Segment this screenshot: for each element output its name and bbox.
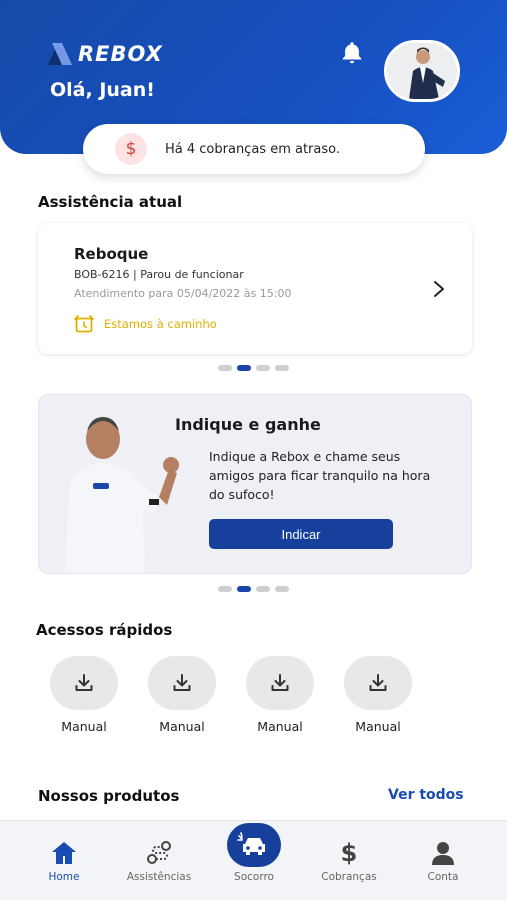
nav-item-assistances[interactable]: Assistências (114, 839, 204, 883)
dollar-icon: $ (340, 839, 358, 867)
nav-item-home[interactable]: Home (19, 839, 109, 883)
nav-item-account[interactable]: Conta (398, 839, 488, 883)
download-icon (246, 656, 314, 710)
overdue-alert[interactable]: $ Há 4 cobranças em atraso. (83, 124, 425, 174)
alarm-clock-icon (74, 315, 94, 333)
assistance-card[interactable]: Reboque BOB-6216 | Parou de funcionar At… (38, 223, 472, 354)
quick-access-label: Manual (355, 719, 401, 734)
quick-access-item[interactable]: Manual (232, 656, 328, 734)
assistance-schedule: Atendimento para 05/04/2022 às 15:00 (74, 287, 292, 300)
refer-button[interactable]: Indicar (209, 519, 393, 549)
carousel-dot[interactable] (218, 365, 232, 371)
chevron-right-icon[interactable] (432, 279, 446, 299)
logo: REBOX (48, 42, 163, 66)
logo-mark-icon (48, 43, 72, 65)
assistance-plate-problem: BOB-6216 | Parou de funcionar (74, 268, 244, 281)
carousel-dot[interactable] (256, 586, 270, 592)
nav-label: Home (48, 871, 80, 883)
quick-access-item[interactable]: Manual (36, 656, 132, 734)
avatar-photo (387, 43, 457, 99)
car-crash-icon[interactable] (227, 823, 281, 867)
carousel-dot[interactable] (218, 586, 232, 592)
nav-label: Conta (427, 871, 459, 883)
quick-access-item[interactable]: Manual (134, 656, 230, 734)
promo-title: Indique e ganhe (175, 415, 321, 434)
promo-carousel-dots[interactable] (218, 586, 289, 592)
nav-label: Assistências (126, 871, 192, 883)
greeting: Olá, Juan! (50, 79, 155, 101)
status-text: Estamos à caminho (104, 317, 217, 331)
quick-access-item[interactable]: Manual (330, 656, 426, 734)
assistance-carousel-dots[interactable] (218, 365, 289, 371)
carousel-dot-active[interactable] (237, 365, 251, 371)
referral-card: Indique e ganhe Indique a Rebox e chame … (38, 394, 472, 574)
download-icon (50, 656, 118, 710)
dollar-icon: $ (115, 133, 147, 165)
download-icon (148, 656, 216, 710)
carousel-dot[interactable] (256, 365, 270, 371)
avatar[interactable] (384, 40, 460, 102)
nav-item-billing[interactable]: $ Cobranças (304, 839, 394, 883)
download-icon (344, 656, 412, 710)
see-all-link[interactable]: Ver todos (388, 787, 464, 803)
assistance-type: Reboque (74, 245, 149, 263)
promo-text: Indique a Rebox e chame seus amigos para… (209, 449, 431, 502)
quick-access-label: Manual (61, 719, 107, 734)
section-title-quick-access: Acessos rápidos (36, 621, 173, 639)
user-icon (429, 839, 457, 867)
route-icon (145, 839, 173, 867)
assistance-status: Estamos à caminho (74, 315, 217, 333)
section-title-products: Nossos produtos (38, 787, 180, 805)
nav-label: Socorro (234, 871, 274, 883)
quick-access-label: Manual (257, 719, 303, 734)
nav-label: Cobranças (321, 871, 377, 883)
alert-text: Há 4 cobranças em atraso. (165, 141, 340, 157)
bell-icon[interactable] (339, 40, 365, 66)
quick-access-label: Manual (159, 719, 205, 734)
carousel-dot[interactable] (275, 586, 289, 592)
spokesperson-image (65, 417, 179, 573)
carousel-dot[interactable] (275, 365, 289, 371)
carousel-dot-active[interactable] (237, 586, 251, 592)
logo-text: REBOX (78, 42, 163, 66)
home-icon (50, 839, 78, 867)
section-title-assistance: Assistência atual (38, 193, 183, 211)
